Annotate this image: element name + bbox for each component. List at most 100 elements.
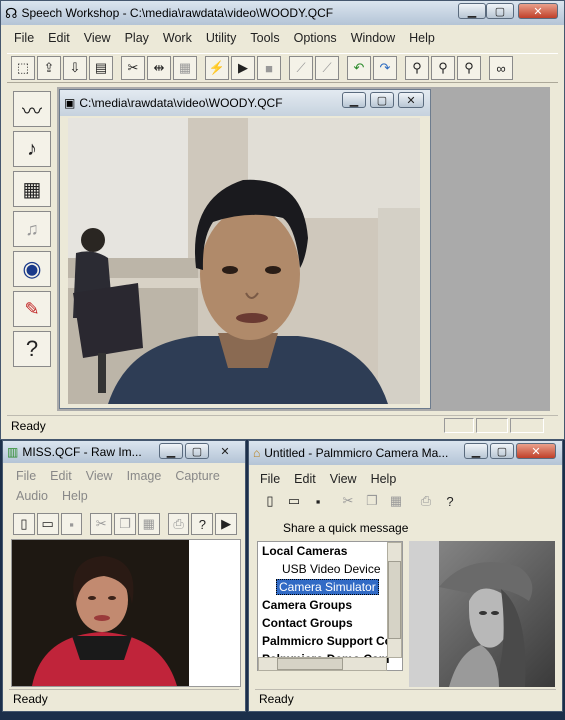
miss-menu-image[interactable]: Image: [120, 467, 169, 487]
eraser-icon[interactable]: ✎: [13, 291, 51, 327]
child-minimize-button[interactable]: ▁: [342, 92, 366, 108]
miss-maximize-button[interactable]: ▢: [185, 443, 209, 459]
undo-icon[interactable]: ↶: [347, 56, 371, 80]
save-icon[interactable]: ▪: [60, 513, 83, 535]
tree-item[interactable]: Camera Simulator: [258, 578, 402, 596]
maximize-button[interactable]: ▢: [486, 3, 514, 19]
cam-close-button[interactable]: ✕: [516, 443, 556, 459]
main-menu-options[interactable]: Options: [287, 31, 344, 45]
child-close-button[interactable]: ✕: [398, 92, 424, 108]
camera-tree: Local Cameras USB Video Device Camera Simu…: [257, 541, 403, 671]
cam-titlebar[interactable]: ⌂ Untitled - Palmmicro Camera Ma... ▁ ▢ …: [249, 441, 562, 465]
tree-item[interactable]: USB Video Device: [258, 560, 402, 578]
music-note-icon[interactable]: ♪: [13, 131, 51, 167]
main-menu-utility[interactable]: Utility: [199, 31, 244, 45]
video-frame-miss: [12, 540, 189, 686]
copy-icon[interactable]: ❐: [114, 513, 136, 535]
play-icon[interactable]: ▶: [231, 56, 255, 80]
film-icon: ▣: [64, 96, 76, 110]
miss-menu-help[interactable]: Help: [55, 487, 95, 507]
quick-message-link[interactable]: Share a quick message: [283, 521, 408, 535]
new-icon[interactable]: ▯: [259, 490, 281, 512]
miss-menu-capture[interactable]: Capture: [168, 467, 226, 487]
miss-titlebar[interactable]: ▥ MISS.QCF - Raw Im... ▁ ▢ ✕: [3, 441, 245, 463]
miss-minimize-button[interactable]: ▁: [159, 443, 183, 459]
cam-toolbar: ▯ ▭ ▪ ✂ ❐ ▦ ⎙ ?: [255, 489, 556, 513]
waveform-icon[interactable]: 〰: [13, 91, 51, 127]
copy-icon[interactable]: ❐: [361, 490, 383, 512]
zoom-icon[interactable]: ⚲: [431, 56, 455, 80]
main-menu-window[interactable]: Window: [344, 31, 402, 45]
find-icon[interactable]: ⚲: [457, 56, 481, 80]
tree-item[interactable]: Camera Groups: [258, 596, 402, 614]
eye-icon[interactable]: ◉: [13, 251, 51, 287]
tree-item-selected-label[interactable]: Camera Simulator: [276, 579, 379, 595]
new-icon[interactable]: ▯: [13, 513, 35, 535]
open-icon[interactable]: ▭: [283, 490, 305, 512]
print-icon[interactable]: ⎙: [167, 513, 190, 535]
tree-scroll-thumb[interactable]: [388, 561, 401, 639]
cam-menu-view[interactable]: View: [323, 472, 364, 486]
cam-menu-edit[interactable]: Edit: [287, 472, 323, 486]
main-menu-work[interactable]: Work: [156, 31, 199, 45]
cam-minimize-button[interactable]: ▁: [464, 443, 488, 459]
cam-maximize-button[interactable]: ▢: [490, 443, 514, 459]
curve-plus-icon[interactable]: ⟋: [315, 56, 339, 80]
export-icon[interactable]: ⇪: [37, 56, 61, 80]
main-title: Speech Workshop - C:\media\rawdata\video…: [21, 6, 334, 20]
cam-menu-file[interactable]: File: [253, 472, 287, 486]
play-icon[interactable]: ▶: [215, 513, 238, 535]
miss-menu-file[interactable]: File: [9, 467, 43, 487]
lightning-icon[interactable]: ⚡: [205, 56, 229, 80]
tree-hscroll-thumb[interactable]: [277, 658, 343, 670]
main-statusbar: Ready: [7, 415, 558, 435]
redo-icon[interactable]: ↷: [373, 56, 397, 80]
main-toolbar: ⬚ ⇪ ⇩ ▤ ✂ ⇹ ▦ ⚡ ▶ ■ ⟋ ⟋ ↶ ↷ ⚲ ⚲ ⚲ ∞: [7, 53, 558, 83]
open-icon[interactable]: ▭: [36, 513, 59, 535]
main-titlebar[interactable]: ☊ Speech Workshop - C:\media\rawdata\vid…: [1, 1, 564, 25]
curve-minus-icon[interactable]: ⟋: [289, 56, 313, 80]
tree-item[interactable]: Palmmicro Support Co: [258, 632, 402, 650]
child-titlebar[interactable]: ▣ C:\media\rawdata\video\WOODY.QCF ▁ ▢ ✕: [60, 90, 430, 116]
import-icon[interactable]: ⇩: [63, 56, 87, 80]
main-menu-view[interactable]: View: [77, 31, 118, 45]
main-menubar: File Edit View Play Work Utility Tools Options W…: [7, 28, 558, 48]
select-icon[interactable]: ⬚: [11, 56, 35, 80]
main-menu-help[interactable]: Help: [402, 31, 442, 45]
main-menu-edit[interactable]: Edit: [41, 31, 77, 45]
main-menu-file[interactable]: File: [7, 31, 41, 45]
miss-menu-view[interactable]: View: [79, 467, 120, 487]
film-icon[interactable]: ▦: [13, 171, 51, 207]
miss-menu-audio[interactable]: Audio: [9, 487, 55, 507]
minimize-button[interactable]: ▁: [458, 3, 486, 19]
help-cursor-icon[interactable]: ?: [13, 331, 51, 367]
help-icon[interactable]: ?: [191, 513, 214, 535]
miss-toolbar: ▯ ▭ ▪ ✂ ❐ ▦ ⎙ ? ▶: [9, 511, 239, 537]
glasses-icon[interactable]: ∞: [489, 56, 513, 80]
main-menu-tools[interactable]: Tools: [243, 31, 286, 45]
paste-icon[interactable]: ▦: [137, 513, 160, 535]
cut-icon[interactable]: ✂: [121, 56, 145, 80]
miss-menu-edit[interactable]: Edit: [43, 467, 79, 487]
stop-icon[interactable]: ■: [257, 56, 281, 80]
media-icon[interactable]: ♫: [13, 211, 51, 247]
status-pane-3: [510, 418, 544, 433]
child-maximize-button[interactable]: ▢: [370, 92, 394, 108]
cut-icon[interactable]: ✂: [337, 490, 359, 512]
search-icon[interactable]: ⚲: [405, 56, 429, 80]
paste-icon[interactable]: ▦: [173, 56, 197, 80]
close-button[interactable]: ✕: [518, 3, 558, 19]
tree-item[interactable]: Local Cameras: [258, 542, 402, 560]
miss-close-button[interactable]: ✕: [211, 443, 239, 459]
main-menu-play[interactable]: Play: [118, 31, 156, 45]
tree-item[interactable]: Contact Groups: [258, 614, 402, 632]
trim-icon[interactable]: ⇹: [147, 56, 171, 80]
cam-title: Untitled - Palmmicro Camera Ma...: [264, 446, 449, 460]
cam-menu-help[interactable]: Help: [364, 472, 404, 486]
help-icon[interactable]: ?: [439, 490, 461, 512]
print-icon[interactable]: ⎙: [415, 490, 437, 512]
paste-icon[interactable]: ▦: [385, 490, 407, 512]
cut-icon[interactable]: ✂: [90, 513, 113, 535]
save-icon[interactable]: ▪: [307, 490, 329, 512]
folder-icon[interactable]: ▤: [89, 56, 113, 80]
